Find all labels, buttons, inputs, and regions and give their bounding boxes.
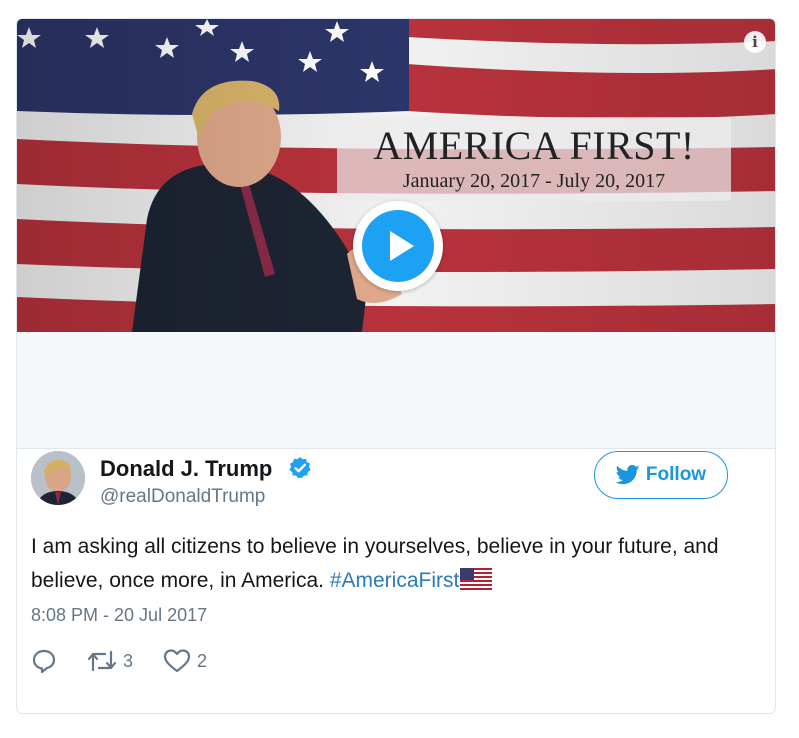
banner-title: AMERICA FIRST! [373,123,695,168]
tweet-text: I am asking all citizens to believe in y… [31,530,731,598]
video-title-banner: AMERICA FIRST! January 20, 2017 - July 2… [337,117,731,201]
heart-icon [163,649,191,673]
verified-badge-icon [289,457,311,479]
retweet-icon [87,650,117,672]
play-button[interactable] [353,201,443,291]
twitter-bird-icon [615,465,640,485]
tweet-actions: 3 2 [31,646,237,676]
retweet-count: 3 [123,650,134,671]
author-handle[interactable]: @realDonaldTrump [100,486,265,508]
info-icon[interactable]: i [744,31,766,53]
author-name[interactable]: Donald J. Trump [100,456,272,482]
avatar[interactable] [31,451,85,505]
reply-icon [32,649,56,674]
us-flag-emoji-icon [460,568,493,590]
play-icon [362,210,434,282]
avatar-image [31,451,85,505]
retweet-action[interactable]: 3 [87,648,133,674]
tweet-timestamp[interactable]: 8:08 PM - 20 Jul 2017 [31,604,207,626]
follow-label: Follow [645,464,707,485]
like-action[interactable]: 2 [163,648,207,674]
hashtag-link[interactable]: #AmericaFirst [330,569,460,592]
like-count: 2 [197,650,208,671]
media-caption-area [17,332,775,449]
reply-action[interactable] [31,648,57,674]
banner-dates: January 20, 2017 - July 20, 2017 [402,170,666,192]
follow-button[interactable]: Follow [594,451,728,499]
video-media[interactable]: i AMERICA FIRST! January 20, 2017 - July… [17,19,775,332]
